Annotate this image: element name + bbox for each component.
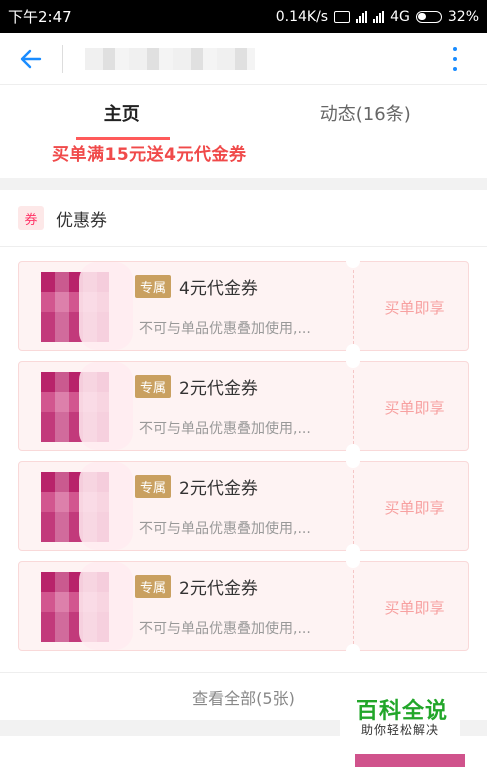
nav-divider (62, 45, 63, 73)
coupon-item[interactable]: 专属 4元代金券 不可与单品优惠叠加使用,... 买单即享 (18, 261, 469, 351)
coupon-card: 券 优惠券 专属 4元代金券 不可与单品优惠叠加使用,... 买单即享 专属 2… (0, 190, 487, 720)
coupon-perforation (353, 570, 354, 644)
coupon-title: 2元代金券 (179, 374, 258, 399)
status-time: 下午2:47 (8, 6, 276, 27)
status-bar: 下午2:47 0.14K/s 4G 32% (0, 0, 487, 33)
more-vertical-icon (453, 47, 457, 51)
coupon-badge-icon: 券 (18, 206, 44, 230)
coupon-header: 券 优惠券 (0, 190, 487, 247)
thumbnail-blur (79, 462, 133, 550)
coupon-title: 2元代金券 (179, 574, 258, 599)
coupon-perforation (353, 270, 354, 344)
coupon-action[interactable]: 买单即享 (359, 462, 470, 552)
arrow-left-icon (20, 49, 42, 69)
tab-bar: 主页 动态(16条) (0, 85, 487, 141)
coupon-item[interactable]: 专属 2元代金券 不可与单品优惠叠加使用,... 买单即享 (18, 561, 469, 651)
coupon-action[interactable]: 买单即享 (359, 562, 470, 652)
navigation-bar (0, 33, 487, 85)
battery-icon (416, 11, 442, 23)
tab-home[interactable]: 主页 (0, 85, 244, 141)
coupon-action[interactable]: 买单即享 (359, 362, 470, 452)
coupon-notch (346, 454, 360, 468)
coupon-desc: 不可与单品优惠叠加使用,... (139, 418, 311, 438)
coupon-notch (346, 254, 360, 268)
coupon-action[interactable]: 买单即享 (359, 262, 470, 352)
alarm-icon (334, 11, 350, 23)
network-speed: 0.14K/s (276, 9, 328, 25)
coupon-notch (346, 354, 360, 368)
coupon-tag: 专属 (135, 475, 171, 498)
thumbnail-blur (79, 262, 133, 350)
signal-2-icon (373, 11, 384, 23)
shop-title-blurred (85, 48, 255, 70)
coupon-perforation (353, 370, 354, 444)
tab-activity[interactable]: 动态(16条) (244, 85, 487, 141)
back-button[interactable] (0, 33, 62, 85)
promo-text[interactable]: 买单满15元送4元代金券 (52, 140, 247, 165)
network-type: 4G (390, 9, 410, 25)
coupon-tag: 专属 (135, 575, 171, 598)
thumbnail-blur (79, 562, 133, 650)
coupon-tag: 专属 (135, 275, 171, 298)
blurred-image (355, 754, 465, 767)
battery-percent: 32% (448, 9, 479, 25)
coupon-desc: 不可与单品优惠叠加使用,... (139, 518, 311, 538)
coupon-title: 2元代金券 (179, 474, 258, 499)
promo-strip: 买单满15元送4元代金券 (0, 140, 487, 178)
coupon-section-title: 优惠券 (56, 206, 107, 231)
coupon-title: 4元代金券 (179, 274, 258, 299)
coupon-item[interactable]: 专属 2元代金券 不可与单品优惠叠加使用,... 买单即享 (18, 461, 469, 551)
coupon-tag: 专属 (135, 375, 171, 398)
thumbnail-blur (79, 362, 133, 450)
coupon-notch (346, 644, 360, 658)
coupon-notch (346, 554, 360, 568)
coupon-perforation (353, 470, 354, 544)
more-button[interactable] (445, 45, 465, 73)
signal-icon (356, 11, 367, 23)
coupon-desc: 不可与单品优惠叠加使用,... (139, 618, 311, 638)
watermark-subtitle: 助你轻松解决 (361, 721, 439, 738)
coupon-desc: 不可与单品优惠叠加使用,... (139, 318, 311, 338)
coupon-item[interactable]: 专属 2元代金券 不可与单品优惠叠加使用,... 买单即享 (18, 361, 469, 451)
